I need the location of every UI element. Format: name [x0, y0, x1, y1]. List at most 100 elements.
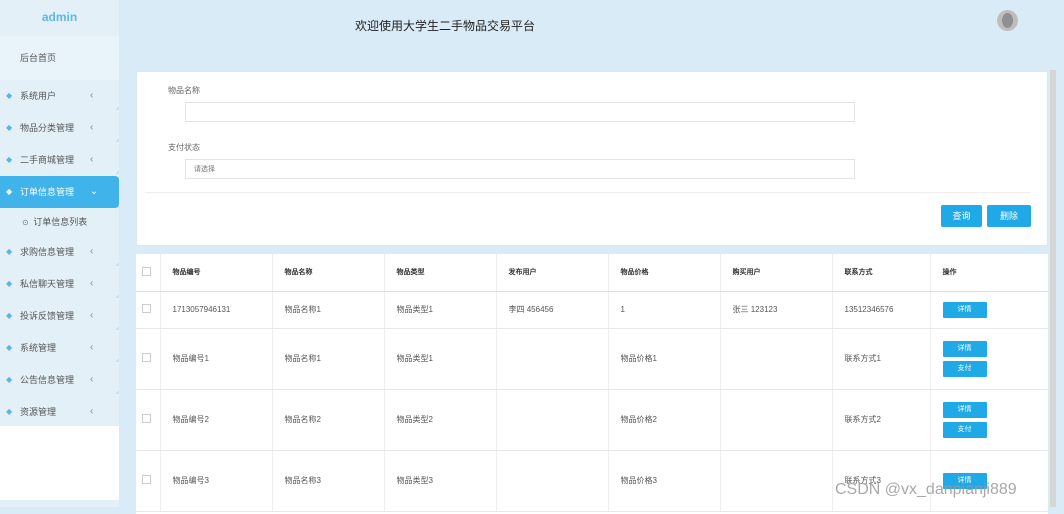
table-cell: 物品类型3	[384, 450, 497, 512]
sidebar-item-category[interactable]: ◆ 物品分类管理 ‹	[0, 112, 119, 144]
corner-decoration	[115, 390, 119, 394]
page-title: 欢迎使用大学生二手物品交易平台	[355, 19, 536, 33]
sidebar-subitem-order-list[interactable]: ⊙ 订单信息列表	[0, 208, 119, 236]
row-checkbox-cell	[136, 389, 161, 451]
sidebar-item-resources[interactable]: ◆ 资源管理 ‹	[0, 396, 119, 428]
page-scrollbar[interactable]	[1050, 70, 1056, 507]
avatar[interactable]	[997, 10, 1018, 31]
sidebar-home-link[interactable]: 后台首页	[0, 36, 119, 80]
sidebar-item-label: 公告信息管理	[20, 375, 75, 385]
form-divider	[145, 192, 1031, 193]
sidebar-item-label: 私信聊天管理	[20, 279, 75, 289]
order-table-panel: 物品编号 物品名称 物品类型 发布用户 物品价格 购买用户 联系方式 操作 17…	[136, 254, 1048, 514]
table-cell: 李四 456456	[496, 291, 609, 329]
corner-decoration	[115, 294, 119, 298]
sidebar-menu: ◆ 系统用户 ‹ ◆ 物品分类管理 ‹ ◆ 二手商城管理 ‹ ◆ 订单信息管理 …	[0, 80, 119, 428]
table-cell: 张三 123123	[720, 291, 833, 329]
chevron-left-icon: ‹	[90, 342, 94, 353]
sidebar-item-notice[interactable]: ◆ 公告信息管理 ‹	[0, 364, 119, 396]
table-cell: 物品类型2	[384, 389, 497, 451]
item-name-input-box	[185, 102, 855, 122]
sidebar-item-mall[interactable]: ◆ 二手商城管理 ‹	[0, 144, 119, 176]
table-cell: 物品价格3	[608, 450, 721, 512]
row-checkbox-cell	[136, 328, 161, 390]
chevron-left-icon: ‹	[90, 90, 94, 101]
circle-icon: ⊙	[22, 218, 29, 227]
table-cell: 物品类型1	[384, 291, 497, 329]
delete-button[interactable]: 删除	[987, 205, 1031, 227]
sidebar-item-label: 订单信息管理	[20, 187, 75, 197]
column-header: 联系方式	[832, 254, 931, 292]
pay-status-label: 支付状态	[168, 143, 200, 152]
corner-decoration	[115, 262, 119, 266]
row-checkbox[interactable]	[142, 304, 151, 313]
detail-button[interactable]: 详情	[942, 301, 987, 318]
sidebar-item-chat[interactable]: ◆ 私信聊天管理 ‹	[0, 268, 119, 300]
row-checkbox-cell	[136, 450, 161, 512]
gem-icon: ◆	[6, 279, 13, 288]
sidebar-item-feedback[interactable]: ◆ 投诉反馈管理 ‹	[0, 300, 119, 332]
table-cell	[720, 328, 833, 390]
watermark: CSDN @vx_danpianji889	[835, 481, 1017, 498]
corner-decoration	[115, 106, 119, 110]
gem-icon: ◆	[6, 187, 13, 196]
table-cell: 物品编号1	[160, 328, 273, 390]
gem-icon: ◆	[6, 311, 13, 320]
column-header: 发布用户	[496, 254, 609, 292]
table-cell: 物品价格1	[608, 328, 721, 390]
sidebar-item-orders[interactable]: ◆ 订单信息管理 ⌄	[0, 176, 119, 208]
sidebar-item-system[interactable]: ◆ 系统管理 ‹	[0, 332, 119, 364]
column-header: 操作	[930, 254, 1048, 292]
pay-status-select[interactable]	[186, 160, 854, 178]
pay-status-select-box	[185, 159, 855, 179]
select-all-cell	[136, 254, 161, 292]
order-table: 物品编号 物品名称 物品类型 发布用户 物品价格 购买用户 联系方式 操作 17…	[136, 254, 1048, 512]
pay-button[interactable]: 支付	[942, 360, 987, 377]
table-cell	[496, 450, 609, 512]
chevron-left-icon: ‹	[90, 246, 94, 257]
row-checkbox[interactable]	[142, 353, 151, 362]
chevron-left-icon: ‹	[90, 310, 94, 321]
action-cell: 详情 支付	[930, 389, 1048, 451]
sidebar-subitem-label: 订单信息列表	[33, 217, 88, 227]
table-cell	[496, 389, 609, 451]
pay-button[interactable]: 支付	[942, 421, 987, 438]
sidebar-item-label: 系统用户	[20, 91, 57, 101]
chevron-left-icon: ‹	[90, 122, 94, 133]
table-cell: 物品编号2	[160, 389, 273, 451]
row-checkbox[interactable]	[142, 414, 151, 423]
scrollbar-thumb[interactable]	[1050, 70, 1056, 507]
gem-icon: ◆	[6, 155, 13, 164]
chevron-left-icon: ‹	[90, 278, 94, 289]
sidebar-item-label: 投诉反馈管理	[20, 311, 75, 321]
table-cell: 13512346576	[832, 291, 931, 329]
table-cell: 1713057946131	[160, 291, 273, 329]
search-panel: 物品名称 支付状态 查询 删除	[136, 71, 1048, 246]
column-header: 物品价格	[608, 254, 721, 292]
column-header: 物品类型	[384, 254, 497, 292]
table-header-row: 物品编号 物品名称 物品类型 发布用户 物品价格 购买用户 联系方式 操作	[136, 254, 1048, 292]
corner-decoration	[115, 326, 119, 330]
table-cell	[496, 328, 609, 390]
gem-icon: ◆	[6, 375, 13, 384]
query-button[interactable]: 查询	[941, 205, 982, 227]
column-header: 物品名称	[272, 254, 385, 292]
sidebar-item-wanted[interactable]: ◆ 求购信息管理 ‹	[0, 236, 119, 268]
detail-button[interactable]: 详情	[942, 401, 987, 418]
detail-button[interactable]: 详情	[942, 340, 987, 357]
item-name-input[interactable]	[186, 103, 854, 121]
sidebar-item-system-users[interactable]: ◆ 系统用户 ‹	[0, 80, 119, 112]
gem-icon: ◆	[6, 343, 13, 352]
corner-decoration	[115, 138, 119, 142]
chevron-left-icon: ‹	[90, 406, 94, 417]
table-cell: 物品名称3	[272, 450, 385, 512]
row-checkbox[interactable]	[142, 475, 151, 484]
brand-logo: admin	[41, 10, 78, 24]
select-all-checkbox[interactable]	[142, 266, 151, 276]
table-cell: 物品编号3	[160, 450, 273, 512]
sidebar-item-label: 求购信息管理	[20, 247, 75, 257]
table-row: 物品编号2 物品名称2 物品类型2 物品价格2 联系方式2 详情 支付	[136, 389, 1048, 451]
sidebar-item-label: 资源管理	[20, 407, 57, 417]
gem-icon: ◆	[6, 407, 13, 416]
table-cell: 物品名称2	[272, 389, 385, 451]
